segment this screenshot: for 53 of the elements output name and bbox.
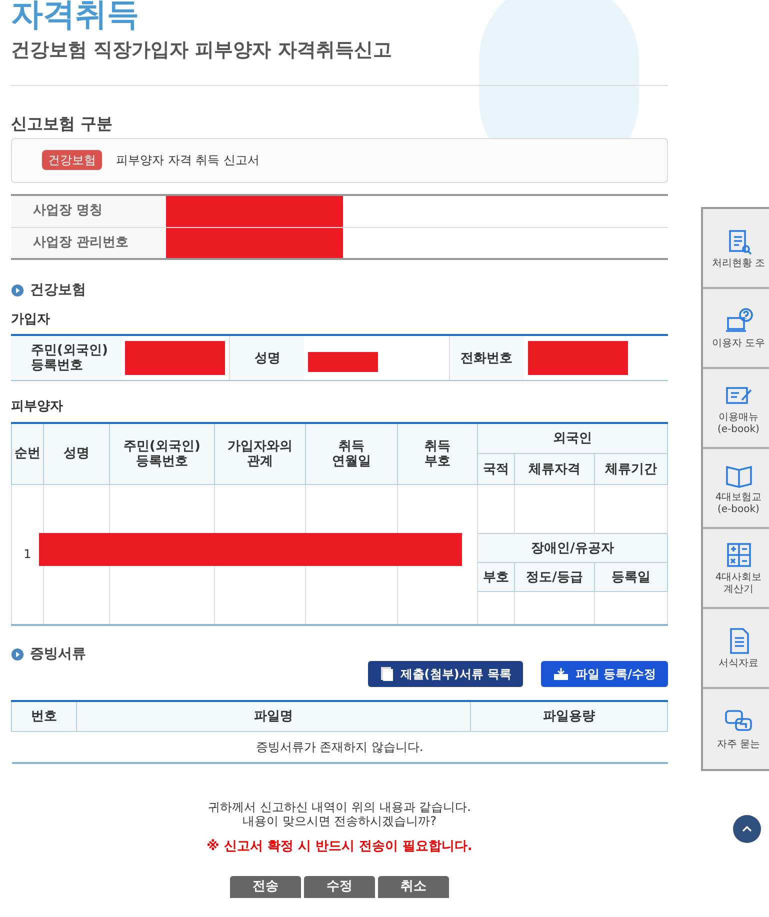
- warning-message: ※ 신고서 확정 시 반드시 전송이 필요합니다.: [206, 840, 472, 854]
- column-header: 번호: [12, 700, 76, 732]
- action-button[interactable]: 전송: [230, 876, 301, 898]
- column-header: 취득 연월일: [306, 422, 398, 484]
- chevron-up-icon: [742, 826, 752, 832]
- quick-menu-item[interactable]: 처리현황 조: [703, 209, 769, 289]
- subsection-title: 피부양자: [11, 398, 64, 416]
- quick-menu-item[interactable]: 4대사회보 계산기: [703, 529, 769, 609]
- quick-menu-item[interactable]: 자주 묻는: [703, 689, 769, 769]
- page-subtitle: 건강보험 직장가입자 피부양자 자격취득신고: [11, 38, 393, 63]
- bullet-icon: [11, 284, 24, 296]
- field-label: 전화번호: [450, 336, 524, 380]
- column-header: 정도/등급: [514, 562, 594, 592]
- field-label: 주민(외국인) 등록번호: [11, 336, 121, 380]
- upload-icon: [553, 666, 570, 680]
- quick-menu-item[interactable]: 서식자료: [703, 609, 769, 689]
- column-header: 가입자와의 관계: [214, 422, 306, 484]
- scroll-top-button[interactable]: [733, 815, 761, 843]
- section-heading: 신고보험 구분: [11, 112, 114, 134]
- section-title: 건강보험: [30, 280, 86, 300]
- column-header: 장애인/유공자: [478, 534, 668, 562]
- field-label: 사업장 명칭: [11, 196, 166, 226]
- form-name: 피부양자 자격 취득 신고서: [116, 152, 260, 169]
- column-header: 체류기간: [594, 454, 668, 484]
- column-header: 주민(외국인) 등록번호: [110, 422, 214, 484]
- quick-menu-item[interactable]: 4대보험교 (e-book): [703, 449, 769, 529]
- column-header: 등록일: [594, 562, 668, 592]
- column-header: 체류자격: [514, 454, 594, 484]
- insurance-badge: 건강보험: [42, 150, 102, 170]
- subsection-title: 가입자: [11, 310, 51, 328]
- empty-message: 증빙서류가 존재하지 않습니다.: [12, 732, 668, 762]
- column-header: 국적: [478, 454, 515, 484]
- column-header: 부호: [478, 562, 515, 592]
- column-header: 외국인: [478, 422, 668, 454]
- action-button[interactable]: 취소: [378, 876, 449, 898]
- field-label: 성명: [230, 336, 304, 380]
- documents-icon: [380, 666, 394, 682]
- quick-menu-item[interactable]: 이용자 도우: [703, 289, 769, 369]
- column-header: 취득 부호: [398, 422, 478, 484]
- field-label: 사업장 관리번호: [11, 228, 166, 258]
- upload-button[interactable]: 파일 등록/수정: [541, 660, 668, 686]
- column-header: 파일용량: [470, 700, 668, 732]
- page-title: 자격취득: [11, 0, 140, 34]
- column-header: 성명: [44, 422, 110, 484]
- confirm-message: 내용이 맞으시면 전송하시겠습니까?: [242, 814, 436, 828]
- confirm-message: 귀하께서 신고하신 내역이 위의 내용과 같습니다.: [208, 800, 471, 814]
- quick-menu-item[interactable]: 이용매뉴 (e-book): [703, 369, 769, 449]
- action-button[interactable]: 수정: [304, 876, 375, 898]
- column-header: 파일명: [76, 700, 470, 732]
- bullet-icon: [11, 648, 24, 660]
- document-list-button[interactable]: 제출(첨부)서류 목록: [368, 660, 524, 686]
- section-title: 증빙서류: [30, 644, 86, 664]
- column-header: 순번: [12, 422, 44, 484]
